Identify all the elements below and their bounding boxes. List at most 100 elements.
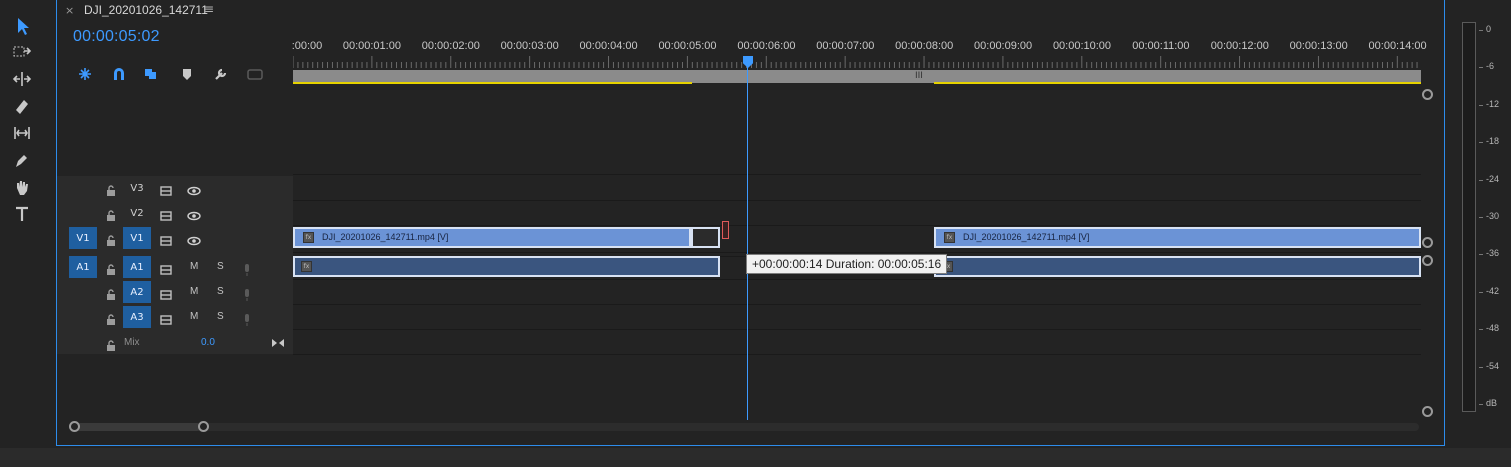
- close-tab-icon[interactable]: ×: [65, 4, 74, 17]
- toggle-output-eye-icon[interactable]: [187, 232, 201, 246]
- meter-scale-label: 0: [1486, 24, 1492, 34]
- video-track-header: V1 V1: [57, 226, 293, 250]
- meter-tick: [1479, 142, 1483, 144]
- meter-tick: [1479, 366, 1483, 368]
- playhead-line[interactable]: [747, 58, 748, 420]
- lock-icon[interactable]: [106, 207, 116, 221]
- lock-icon[interactable]: [106, 337, 116, 351]
- captions-icon[interactable]: [247, 66, 263, 82]
- meter-tick: [1479, 179, 1483, 181]
- timeline-settings-wrench-icon[interactable]: [213, 66, 229, 82]
- pen-tool-icon[interactable]: [8, 148, 36, 172]
- ruler-label: 00:00:01:00: [342, 40, 401, 52]
- razor-tool-icon[interactable]: [8, 94, 36, 118]
- track-target-a1[interactable]: A1: [123, 256, 151, 278]
- source-patch-a1[interactable]: A1: [69, 256, 97, 278]
- vertical-scroll-handle[interactable]: [1422, 255, 1433, 266]
- vertical-scroll-handle[interactable]: [1422, 237, 1433, 248]
- lock-icon[interactable]: [106, 311, 116, 325]
- lock-icon[interactable]: [106, 286, 116, 300]
- ruler-label: :00:00: [291, 40, 323, 52]
- sync-lock-icon[interactable]: [160, 182, 174, 196]
- time-ruler[interactable]: :00:00 00:00:01:00 00:00:02:00 00:00:03:00 0…: [291, 36, 1427, 86]
- solo-button[interactable]: S: [217, 261, 224, 272]
- audio-clip[interactable]: fx: [293, 256, 720, 277]
- sequence-tab[interactable]: × DJI_20201026_142711 ≡: [57, 0, 1444, 22]
- add-marker-icon[interactable]: [179, 66, 195, 82]
- selection-tool-icon[interactable]: [8, 14, 36, 38]
- meter-scale-label: -54: [1486, 360, 1500, 371]
- audio-clip[interactable]: fx: [934, 256, 1421, 277]
- sync-lock-icon[interactable]: [160, 311, 174, 325]
- voice-over-mic-icon[interactable]: [240, 311, 254, 326]
- playhead-timecode[interactable]: 00:00:05:02: [73, 28, 160, 46]
- track-divider: [293, 225, 1421, 226]
- horizontal-scrollbar[interactable]: [69, 423, 1419, 431]
- ruler-label: 00:00:05:00: [658, 40, 717, 52]
- sync-lock-icon[interactable]: [160, 207, 174, 221]
- ruler-label: 00:00:07:00: [816, 40, 875, 52]
- meter-tick: [1479, 291, 1483, 293]
- audio-track-header: A1 A1 M S: [57, 255, 293, 279]
- sync-lock-icon[interactable]: [160, 261, 174, 275]
- audio-track-header: A2 M S: [57, 280, 293, 304]
- track-target-a3[interactable]: A3: [123, 306, 151, 328]
- sequence-tab-title[interactable]: DJI_20201026_142711: [84, 3, 208, 17]
- video-track-header: V2: [57, 201, 293, 225]
- mute-button[interactable]: M: [190, 311, 198, 322]
- track-divider: [293, 200, 1421, 201]
- toggle-output-eye-icon[interactable]: [187, 207, 201, 221]
- trim-edge-indicator[interactable]: [722, 221, 729, 239]
- voice-over-mic-icon[interactable]: [240, 261, 254, 276]
- in-out-range-bar: [934, 82, 1421, 84]
- panel-menu-icon[interactable]: ≡: [204, 2, 214, 16]
- slip-tool-icon[interactable]: [8, 121, 36, 145]
- voice-over-mic-icon[interactable]: [240, 286, 254, 301]
- tools-panel: [0, 0, 44, 448]
- lock-icon[interactable]: [106, 261, 116, 275]
- meter-scale-label: -12: [1486, 98, 1500, 109]
- track-target-v1[interactable]: V1: [123, 227, 151, 249]
- go-to-end-icon[interactable]: [271, 334, 285, 347]
- zoom-handle-left[interactable]: [69, 421, 80, 432]
- snap-icon[interactable]: [111, 66, 127, 82]
- fx-badge-icon: fx: [944, 232, 955, 243]
- track-divider: [293, 354, 1421, 355]
- mute-button[interactable]: M: [190, 286, 198, 297]
- lock-icon[interactable]: [106, 232, 116, 246]
- video-clip[interactable]: fx DJI_20201026_142711.mp4 [V]: [293, 227, 691, 248]
- hand-tool-icon[interactable]: [8, 175, 36, 199]
- track-divider: [293, 174, 1421, 175]
- nest-toggle-icon[interactable]: [77, 66, 93, 82]
- solo-button[interactable]: S: [217, 286, 224, 297]
- clip-name: DJI_20201026_142711.mp4 [V]: [963, 232, 1090, 242]
- horizontal-scroll-thumb[interactable]: [69, 423, 201, 431]
- trim-preview-gap: [691, 227, 720, 248]
- vertical-scroll-handle[interactable]: [1422, 406, 1433, 417]
- video-clip[interactable]: fx DJI_20201026_142711.mp4 [V]: [934, 227, 1421, 248]
- track-target-a2[interactable]: A2: [123, 281, 151, 303]
- meter-tick: [1479, 404, 1483, 405]
- meter-scale-label: -36: [1486, 248, 1500, 259]
- ripple-edit-tool-icon[interactable]: [8, 67, 36, 91]
- meter-scale-label: dB: [1486, 398, 1498, 408]
- mix-volume-value[interactable]: 0.0: [201, 337, 215, 348]
- work-area-grip-icon[interactable]: III: [915, 71, 923, 81]
- source-patch-v1[interactable]: V1: [69, 227, 97, 249]
- sync-lock-icon[interactable]: [160, 232, 174, 246]
- mute-button[interactable]: M: [190, 261, 198, 272]
- sync-lock-icon[interactable]: [160, 286, 174, 300]
- track-target-v2[interactable]: V2: [123, 202, 151, 224]
- clip-name: DJI_20201026_142711.mp4 [V]: [322, 232, 449, 242]
- ruler-label: 00:00:12:00: [1210, 40, 1269, 52]
- linked-selection-icon[interactable]: [143, 66, 159, 82]
- solo-button[interactable]: S: [217, 311, 224, 322]
- status-bar: [0, 448, 1511, 467]
- zoom-handle-right[interactable]: [198, 421, 209, 432]
- type-tool-icon[interactable]: [8, 202, 36, 226]
- track-target-v3[interactable]: V3: [123, 177, 151, 199]
- toggle-output-eye-icon[interactable]: [187, 182, 201, 196]
- lock-icon[interactable]: [106, 182, 116, 196]
- track-select-tool-icon[interactable]: [8, 40, 36, 64]
- vertical-scroll-handle[interactable]: [1422, 89, 1433, 100]
